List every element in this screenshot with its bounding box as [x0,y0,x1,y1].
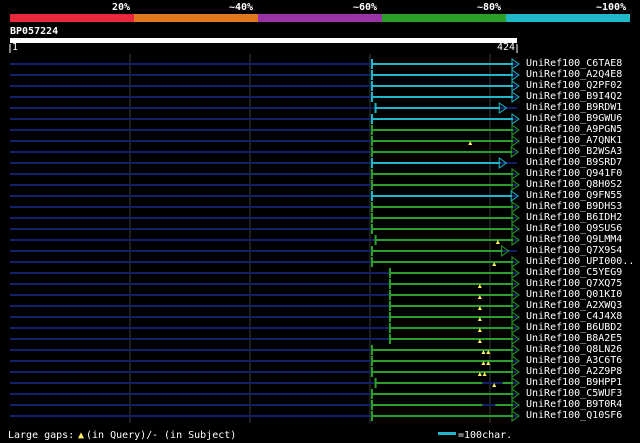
hit-label[interactable]: UniRef100_B9DHS3 [526,201,622,212]
hit-label[interactable]: UniRef100_Q8LN26 [526,344,622,355]
alignment-viewer: 20% ~40% ~60% ~80% ~100% BP057224 1 424 … [0,0,640,443]
hit-label[interactable]: UniRef100_B9I4Q2 [526,91,622,102]
hit-label[interactable]: UniRef100_B2WSA3 [526,146,622,157]
hit-label[interactable]: UniRef100_B9T0R4 [526,399,622,410]
legend-subject-label: - (in Subject) [152,430,237,441]
hit-label[interactable]: UniRef100_A3C6T6 [526,355,622,366]
hit-label[interactable]: UniRef100_Q10SF6 [526,410,622,421]
hit-label[interactable]: UniRef100_Q941F0 [526,168,622,179]
hit-label[interactable]: UniRef100_Q7XQ75 [526,278,622,289]
hit-label[interactable]: UniRef100_B8A2E5 [526,333,622,344]
hit-label[interactable]: UniRef100_C5YEG9 [526,267,622,278]
hit-label[interactable]: UniRef100_C4J4X8 [526,311,622,322]
hit-label[interactable]: UniRef100_A9PGN5 [526,124,622,135]
hit-label[interactable]: UniRef100_B6UBD2 [526,322,622,333]
hit-label[interactable]: UniRef100_Q01KI0 [526,289,622,300]
hit-label[interactable]: UniRef100_B9GWU6 [526,113,622,124]
hit-label[interactable]: UniRef100_Q9FN55 [526,190,622,201]
hit-label[interactable]: UniRef100_A2Q4E8 [526,69,622,80]
query-gap-icon: ▲ [78,430,85,441]
hit-label[interactable]: UniRef100_Q9SUS6 [526,223,622,234]
hit-label[interactable]: UniRef100_A7QNK1 [526,135,622,146]
scale-bar-icon [438,432,456,435]
hit-label[interactable]: UniRef100_C5WUF3 [526,388,622,399]
hit-label[interactable]: UniRef100_A2XWQ3 [526,300,622,311]
legend-scale-label: =100char. [458,430,513,441]
hit-label[interactable]: UniRef100_UPI000.. [526,256,634,267]
hit-label[interactable]: UniRef100_Q8H0S2 [526,179,622,190]
hit-label[interactable]: UniRef100_C6TAE8 [526,58,622,69]
hit-label[interactable]: UniRef100_Q2PF02 [526,80,622,91]
legend-query-label: (in Query)/ [86,430,153,441]
hit-label[interactable]: UniRef100_B9HPP1 [526,377,622,388]
legend-gaps-label: Large gaps: [8,430,75,441]
hit-label[interactable]: UniRef100_B6IDH2 [526,212,622,223]
hit-label[interactable]: UniRef100_A2Z9P8 [526,366,622,377]
query-bar [10,38,517,43]
hit-label[interactable]: UniRef100_Q9LMM4 [526,234,622,245]
hit-label[interactable]: UniRef100_B9RDW1 [526,102,622,113]
hit-label[interactable]: UniRef100_B9SRD7 [526,157,622,168]
hit-label[interactable]: UniRef100_Q7X9S4 [526,245,622,256]
